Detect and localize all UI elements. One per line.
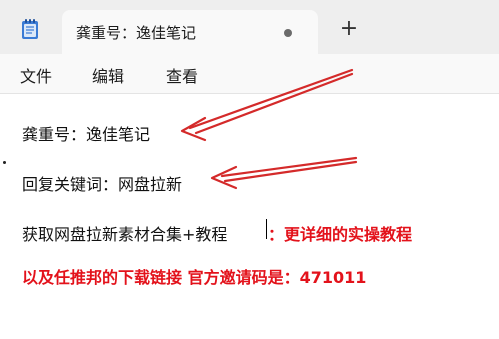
document-tab[interactable]: 龚重号：逸佳笔记 xyxy=(62,10,318,54)
annotation-line-4: 以及任推邦的下载链接 官方邀请码是：471011 xyxy=(22,268,367,287)
text-line-2: 回复关键词：网盘拉新 xyxy=(22,175,183,194)
text-line-3: 获取网盘拉新素材合集+教程 xyxy=(22,225,228,244)
menu-edit[interactable]: 编辑 xyxy=(92,63,124,87)
tab-title: 龚重号：逸佳笔记 xyxy=(76,24,197,42)
text-caret xyxy=(266,219,267,239)
tab-strip: 龚重号：逸佳笔记 + xyxy=(0,0,499,54)
new-tab-button[interactable]: + xyxy=(336,16,362,42)
notepad-app-icon xyxy=(22,19,38,39)
text-line-1: 龚重号：逸佳笔记 xyxy=(22,125,151,144)
menu-file[interactable]: 文件 xyxy=(20,63,52,87)
margin-dot xyxy=(3,161,6,164)
annotation-line-3: ：更详细的实操教程 xyxy=(268,225,413,244)
notepad-window: 龚重号：逸佳笔记 + 文件 编辑 查看 龚重号：逸佳笔记 回复关键词：网盘拉新 … xyxy=(0,0,499,339)
unsaved-dot-icon[interactable] xyxy=(284,29,292,37)
menu-view[interactable]: 查看 xyxy=(166,63,198,87)
text-editor[interactable]: 龚重号：逸佳笔记 回复关键词：网盘拉新 获取网盘拉新素材合集+教程 ：更详细的实… xyxy=(0,95,499,339)
menu-bar: 文件 编辑 查看 xyxy=(0,54,499,94)
